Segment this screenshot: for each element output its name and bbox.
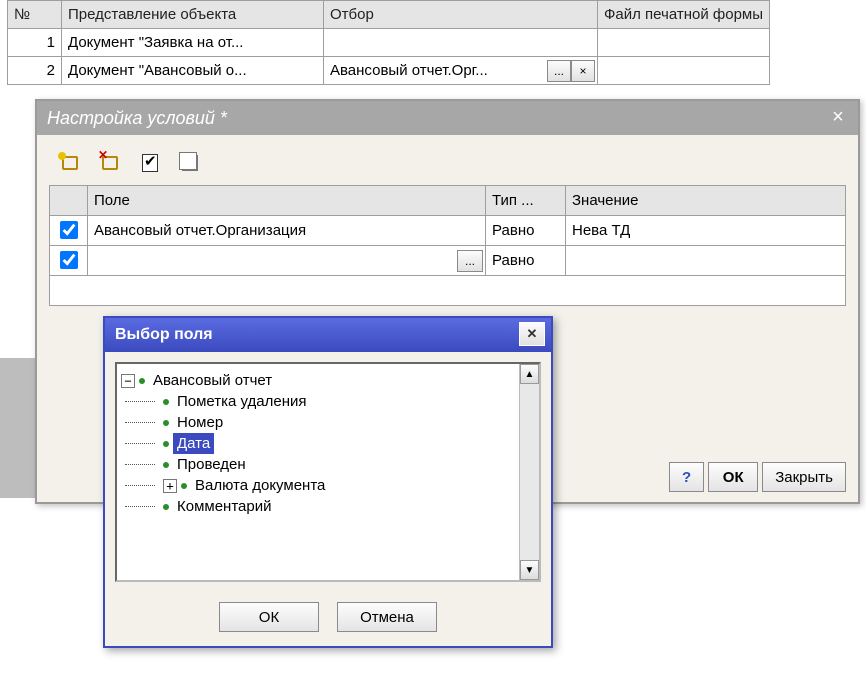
cell-field-editing[interactable]: ... [88, 246, 486, 276]
field-browse-button[interactable]: ... [457, 250, 483, 272]
add-row-button[interactable] [55, 149, 85, 177]
add-icon [62, 156, 78, 170]
node-label: Комментарий [173, 496, 275, 517]
condition-row[interactable]: ... Равно [50, 246, 846, 276]
tree-node[interactable]: Номер [121, 412, 535, 433]
tree-node[interactable]: Дата [121, 433, 535, 454]
col-check [50, 186, 88, 216]
cell-value[interactable] [566, 246, 846, 276]
dialog-title: Настройка условий * [47, 108, 227, 129]
node-label: Валюта документа [191, 475, 329, 496]
col-file[interactable]: Файл печатной формы [598, 1, 770, 29]
cell-repr: Документ "Авансовый о... [62, 57, 324, 85]
cell-num: 1 [8, 29, 62, 57]
delete-icon [102, 156, 118, 170]
filter-browse-button[interactable]: ... [547, 60, 571, 82]
dialog-titlebar[interactable]: Выбор поля ✕ [105, 318, 551, 352]
filter-text: Авансовый отчет.Орг... [330, 62, 488, 79]
cell-file [598, 57, 770, 85]
cell-num: 2 [8, 57, 62, 85]
toolbar [37, 135, 858, 185]
table-row[interactable]: 2 Документ "Авансовый о... Авансовый отч… [8, 57, 770, 85]
scroll-down-icon[interactable]: ▼ [520, 560, 539, 580]
cell-type[interactable]: Равно [486, 246, 566, 276]
cell-file [598, 29, 770, 57]
conditions-grid: Поле Тип ... Значение Авансовый отчет.Ор… [49, 185, 846, 306]
scrollbar[interactable]: ▲ ▼ [519, 364, 539, 580]
table-row[interactable]: 1 Документ "Заявка на от... [8, 29, 770, 57]
copy-icon [182, 155, 198, 171]
tree-connector [125, 485, 155, 486]
cell-filter[interactable]: Авансовый отчет.Орг... ... × [324, 57, 598, 85]
field-tree[interactable]: − Авансовый отчет Пометка удаленияНомерД… [117, 364, 539, 523]
bullet-icon [163, 399, 169, 405]
dialog-buttons: ОК Отмена [105, 592, 551, 646]
expand-icon[interactable]: + [163, 479, 177, 493]
node-label: Проведен [173, 454, 250, 475]
cell-repr: Документ "Заявка на от... [62, 29, 324, 57]
bullet-icon [139, 378, 145, 384]
bullet-icon [163, 420, 169, 426]
filter-clear-button[interactable]: × [571, 60, 595, 82]
node-label: Авансовый отчет [149, 370, 276, 391]
help-button[interactable]: ? [669, 462, 704, 492]
bullet-icon [181, 483, 187, 489]
toggle-check-button[interactable] [135, 149, 165, 177]
node-label: Номер [173, 412, 227, 433]
col-type[interactable]: Тип ... [486, 186, 566, 216]
dialog-title: Выбор поля [115, 326, 213, 344]
delete-row-button[interactable] [95, 149, 125, 177]
col-filter[interactable]: Отбор [324, 1, 598, 29]
close-icon[interactable]: × [826, 105, 850, 129]
bullet-icon [163, 504, 169, 510]
decoration [0, 358, 35, 498]
col-field[interactable]: Поле [88, 186, 486, 216]
cell-value[interactable]: Нева ТД [566, 216, 846, 246]
bullet-icon [163, 462, 169, 468]
tree-node[interactable]: + Валюта документа [121, 475, 535, 496]
collapse-icon[interactable]: − [121, 374, 135, 388]
ok-button[interactable]: ОК [708, 462, 758, 492]
top-grid: № Представление объекта Отбор Файл печат… [7, 0, 770, 85]
tree-connector [125, 422, 155, 423]
col-repr[interactable]: Представление объекта [62, 1, 324, 29]
tree-connector [125, 506, 155, 507]
tree-node[interactable]: Комментарий [121, 496, 535, 517]
tree-node-root[interactable]: − Авансовый отчет [121, 370, 535, 391]
condition-row[interactable]: Авансовый отчет.Организация Равно Нева Т… [50, 216, 846, 246]
copy-button[interactable] [175, 149, 205, 177]
close-button[interactable]: Закрыть [762, 462, 846, 492]
check-icon [142, 154, 158, 172]
tree-container: − Авансовый отчет Пометка удаленияНомерД… [115, 362, 541, 582]
close-icon[interactable]: ✕ [519, 322, 545, 346]
node-label: Дата [173, 433, 214, 454]
tree-connector [125, 401, 155, 402]
bullet-icon [163, 441, 169, 447]
tree-connector [125, 443, 155, 444]
row-checkbox[interactable] [60, 221, 78, 239]
dialog-titlebar[interactable]: Настройка условий * × [37, 101, 858, 135]
ok-button[interactable]: ОК [219, 602, 319, 632]
row-checkbox[interactable] [60, 251, 78, 269]
dialog-buttons: ? ОК Закрыть [669, 462, 846, 492]
field-picker-dialog: Выбор поля ✕ − Авансовый отчет Пометка у… [103, 316, 553, 648]
cell-type[interactable]: Равно [486, 216, 566, 246]
tree-node[interactable]: Пометка удаления [121, 391, 535, 412]
node-label: Пометка удаления [173, 391, 311, 412]
cell-filter [324, 29, 598, 57]
cancel-button[interactable]: Отмена [337, 602, 437, 632]
tree-node[interactable]: Проведен [121, 454, 535, 475]
col-value[interactable]: Значение [566, 186, 846, 216]
grid-blank [50, 276, 846, 306]
col-num[interactable]: № [8, 1, 62, 29]
scroll-up-icon[interactable]: ▲ [520, 364, 539, 384]
cell-field[interactable]: Авансовый отчет.Организация [88, 216, 486, 246]
tree-connector [125, 464, 155, 465]
